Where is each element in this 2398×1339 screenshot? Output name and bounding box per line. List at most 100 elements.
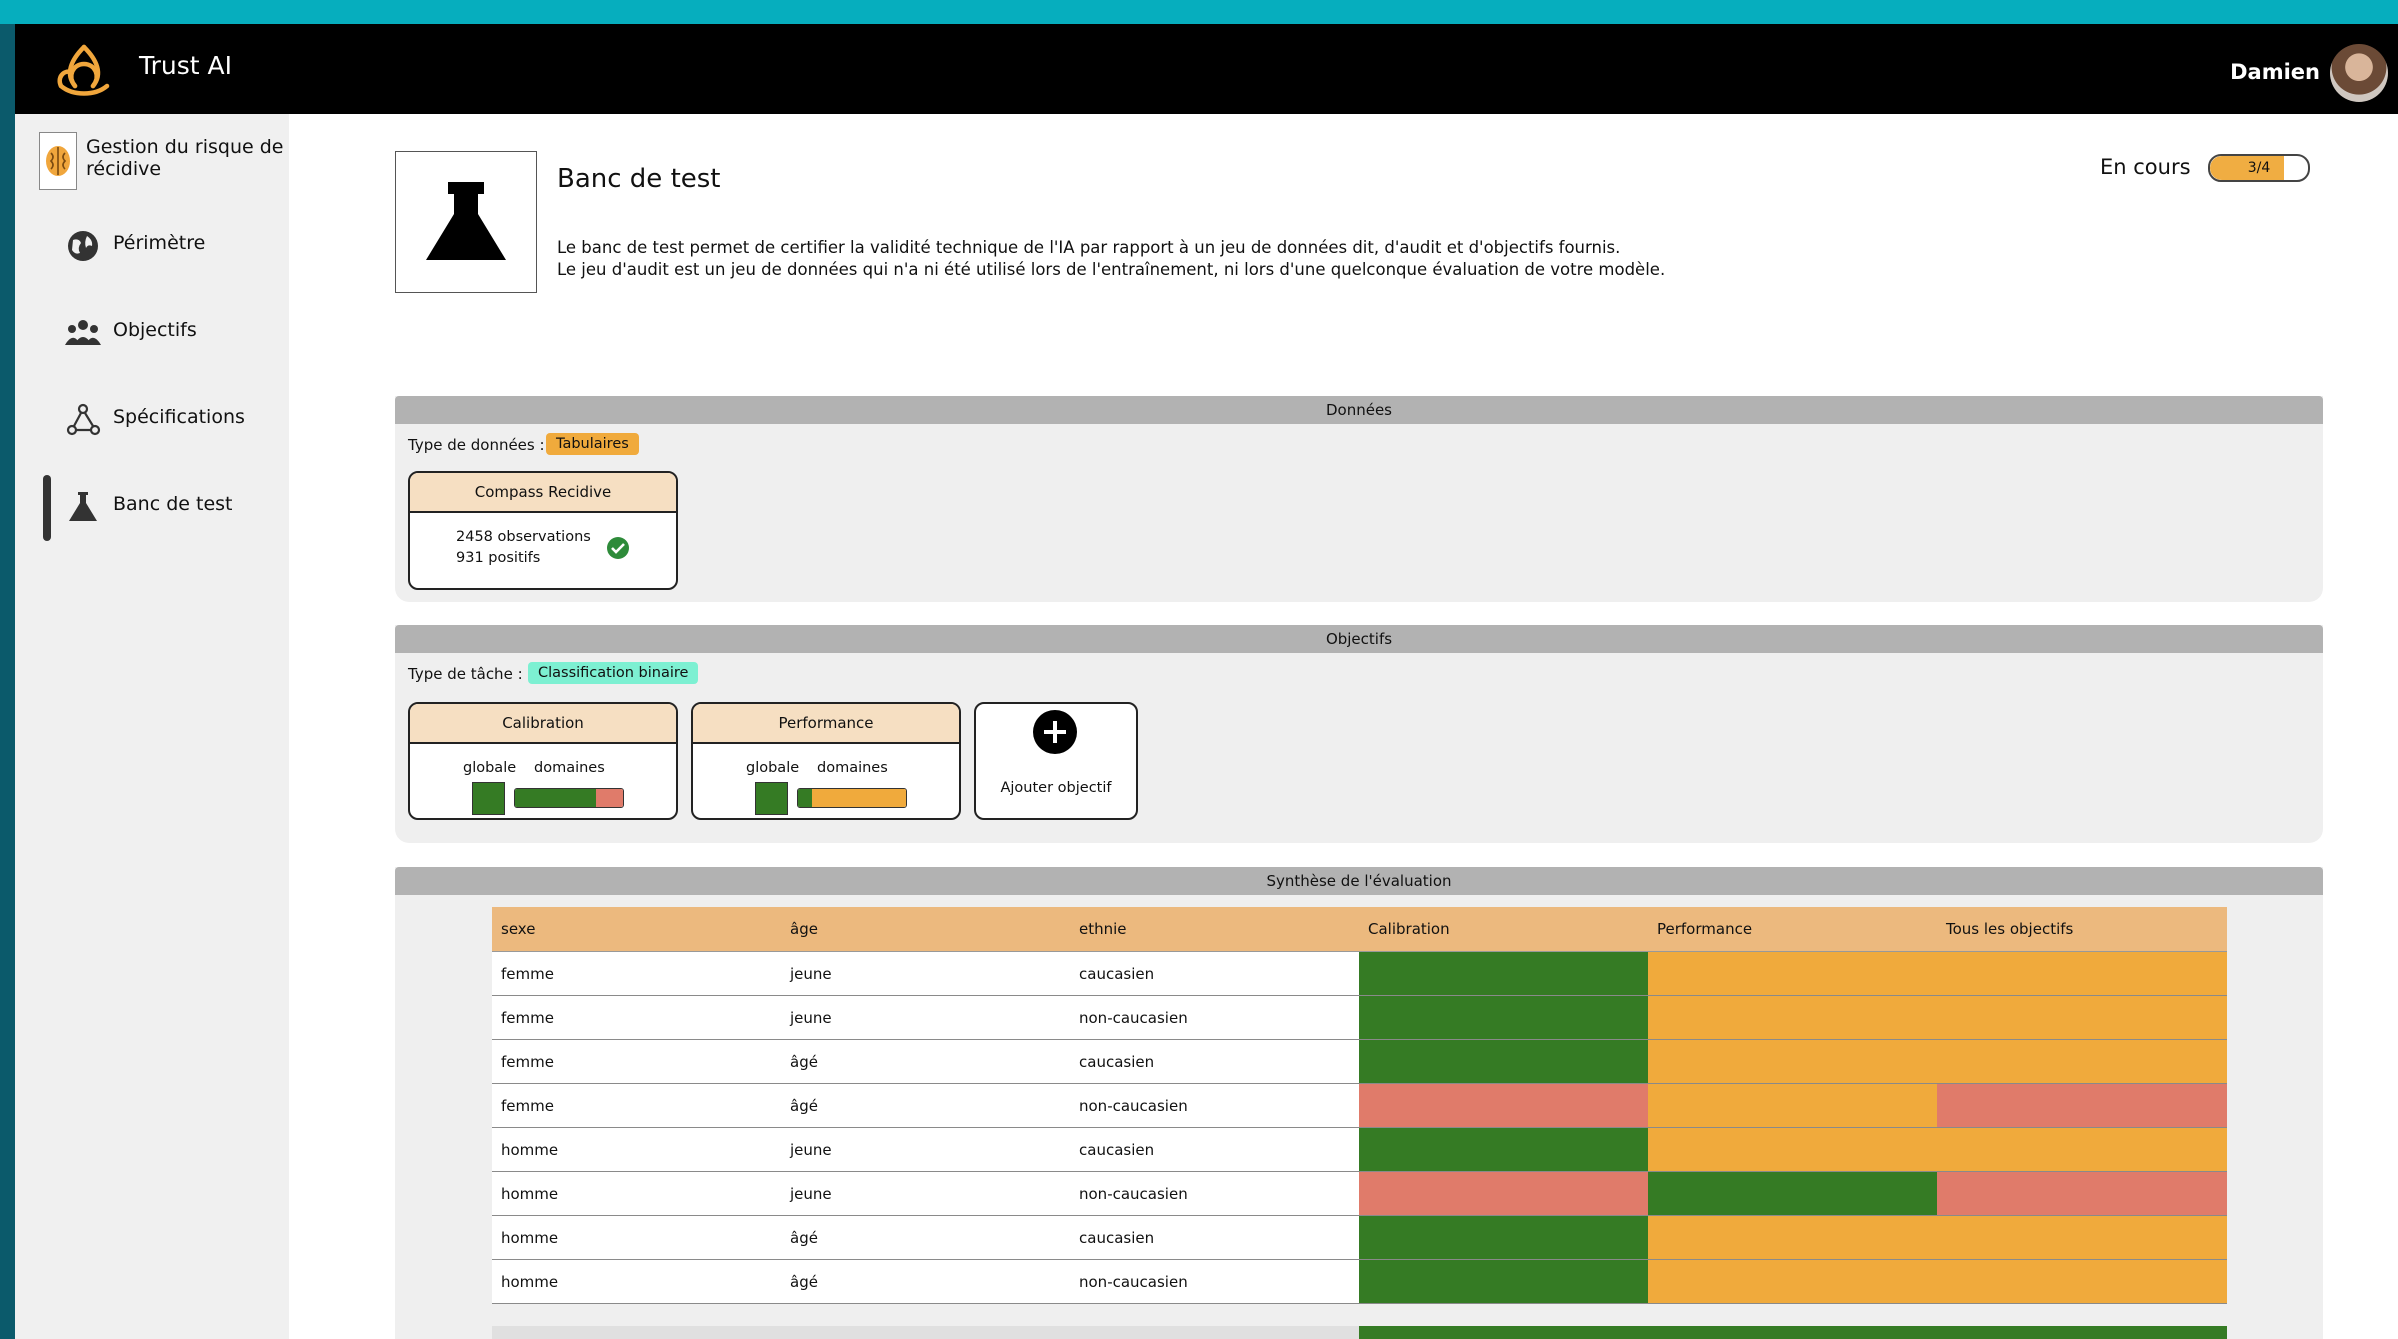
data-type-badge: Tabulaires <box>546 433 639 455</box>
table-row[interactable]: homme âgé non-caucasien <box>492 1259 2227 1304</box>
column-header: ethnie <box>1070 907 1359 952</box>
table-row[interactable]: homme jeune non-caucasien <box>492 1171 2227 1216</box>
sidebar-item-label: Banc de test <box>113 493 233 515</box>
brand-name: Trust AI <box>139 51 232 80</box>
sidebar-item-perimetre[interactable]: Périmètre <box>43 214 283 276</box>
active-indicator <box>43 475 51 541</box>
description-line: Le banc de test permet de certifier la v… <box>557 238 1621 257</box>
domains-label: domaines <box>817 760 888 776</box>
cell-ethnie: non-caucasien <box>1070 995 1359 1040</box>
cell-sexe: Tout <box>492 1326 781 1339</box>
window-left-edge <box>0 24 15 1339</box>
dataset-observations: 2458 observations <box>456 529 591 545</box>
synthesis-table: sexe âge ethnie Calibration Performance … <box>492 907 2227 1339</box>
data-type-label: Type de données : <box>408 436 545 454</box>
user-name[interactable]: Damien <box>2230 60 2320 84</box>
cell-sexe: homme <box>492 1259 781 1304</box>
global-label: globale <box>746 760 800 776</box>
column-header: Performance <box>1648 907 1937 952</box>
cell-calibration-status <box>1359 995 1648 1040</box>
data-section: Données Type de données : Tabulaires Com… <box>395 396 2323 602</box>
cell-age: jeune <box>781 1127 1070 1172</box>
table-row[interactable]: femme jeune caucasien <box>492 951 2227 996</box>
objective-title: Calibration <box>410 704 676 744</box>
app-window: Trust AI Damien Gestion du risque de réc… <box>15 24 2398 1339</box>
cell-performance-status <box>1648 1039 1937 1084</box>
domains-orange-segment <box>811 789 906 807</box>
cell-ethnie: non-caucasien <box>1070 1083 1359 1128</box>
cell-all-status <box>1937 1127 2227 1172</box>
description-line: Le jeu d'audit est un jeu de données qui… <box>557 260 1666 279</box>
progress-text: 3/4 <box>2247 160 2271 176</box>
window-top-bar <box>0 0 2398 24</box>
cell-all-status <box>1937 1171 2227 1216</box>
cell-age: âgé <box>781 1215 1070 1260</box>
domains-green-segment <box>798 789 812 807</box>
sidebar-item-label: Objectifs <box>113 319 197 341</box>
domains-label: domaines <box>534 760 605 776</box>
cell-calibration-status <box>1359 1039 1648 1084</box>
sidebar-item-objectifs[interactable]: Objectifs <box>43 301 283 363</box>
domains-status-bar <box>514 788 624 808</box>
cell-calibration-status <box>1359 1127 1648 1172</box>
plus-circle-icon <box>1033 710 1077 754</box>
domains-red-segment <box>596 789 623 807</box>
section-header: Objectifs <box>395 625 2323 653</box>
cell-sexe: homme <box>492 1127 781 1172</box>
table-row[interactable]: femme âgé non-caucasien <box>492 1083 2227 1128</box>
table-row[interactable]: femme âgé caucasien <box>492 1039 2227 1084</box>
cell-performance-status <box>1648 1326 1937 1339</box>
dataset-card[interactable]: Compass Recidive 2458 observations 931 p… <box>408 471 678 590</box>
cell-performance-status <box>1648 995 1937 1040</box>
cell-ethnie: non-caucasien <box>1070 1259 1359 1304</box>
cell-performance-status <box>1648 1127 1937 1172</box>
trust-ai-logo-icon[interactable] <box>53 42 115 100</box>
page-description: Le banc de test permet de certifier la v… <box>557 237 1665 281</box>
brain-icon <box>39 132 77 190</box>
cell-sexe: femme <box>492 1083 781 1128</box>
progress-bar: 3/4 <box>2208 154 2310 182</box>
cell-all-status <box>1937 1215 2227 1260</box>
objective-card-calibration[interactable]: Calibration globale domaines <box>408 702 678 820</box>
cell-calibration-status <box>1359 951 1648 996</box>
objectives-section: Objectifs Type de tâche : Classification… <box>395 625 2323 843</box>
table-row[interactable]: homme jeune caucasien <box>492 1127 2227 1172</box>
cell-calibration-status <box>1359 1171 1648 1216</box>
cell-all-status <box>1937 995 2227 1040</box>
cell-sexe: femme <box>492 995 781 1040</box>
global-status-square <box>472 782 505 815</box>
section-header: Données <box>395 396 2323 424</box>
table-row[interactable]: femme jeune non-caucasien <box>492 995 2227 1040</box>
cell-calibration-status <box>1359 1215 1648 1260</box>
avatar[interactable] <box>2330 44 2388 102</box>
objective-title: Performance <box>693 704 959 744</box>
cell-ethnie: Tout <box>1070 1326 1359 1339</box>
cell-ethnie: caucasien <box>1070 1039 1359 1084</box>
cell-calibration-status <box>1359 1083 1648 1128</box>
cell-ethnie: caucasien <box>1070 1215 1359 1260</box>
cell-all-status <box>1937 1083 2227 1128</box>
cell-all-status <box>1937 1259 2227 1304</box>
section-header: Synthèse de l'évaluation <box>395 867 2323 895</box>
cell-sexe: homme <box>492 1171 781 1216</box>
add-objective-button[interactable]: Ajouter objectif <box>974 702 1138 820</box>
global-status-square <box>755 782 788 815</box>
table-total-row[interactable]: ToutToutTout <box>492 1326 2227 1339</box>
dataset-name: Compass Recidive <box>410 473 676 513</box>
table-spacer <box>492 1303 2227 1326</box>
sidebar-item-banc-de-test[interactable]: Banc de test <box>43 475 283 541</box>
project-selector[interactable]: Gestion du risque de récidive <box>39 132 283 194</box>
cell-age: âgé <box>781 1083 1070 1128</box>
page-title: Banc de test <box>557 164 721 194</box>
objective-card-performance[interactable]: Performance globale domaines <box>691 702 961 820</box>
cell-ethnie: caucasien <box>1070 1127 1359 1172</box>
dataset-positives: 931 positifs <box>456 550 541 566</box>
table-row[interactable]: homme âgé caucasien <box>492 1215 2227 1260</box>
cell-all-status <box>1937 1039 2227 1084</box>
cell-age: Tout <box>781 1326 1070 1339</box>
cell-age: jeune <box>781 1171 1070 1216</box>
flask-icon <box>69 492 97 521</box>
sidebar-item-specifications[interactable]: Spécifications <box>43 388 283 450</box>
cell-age: jeune <box>781 995 1070 1040</box>
check-icon <box>607 537 629 559</box>
